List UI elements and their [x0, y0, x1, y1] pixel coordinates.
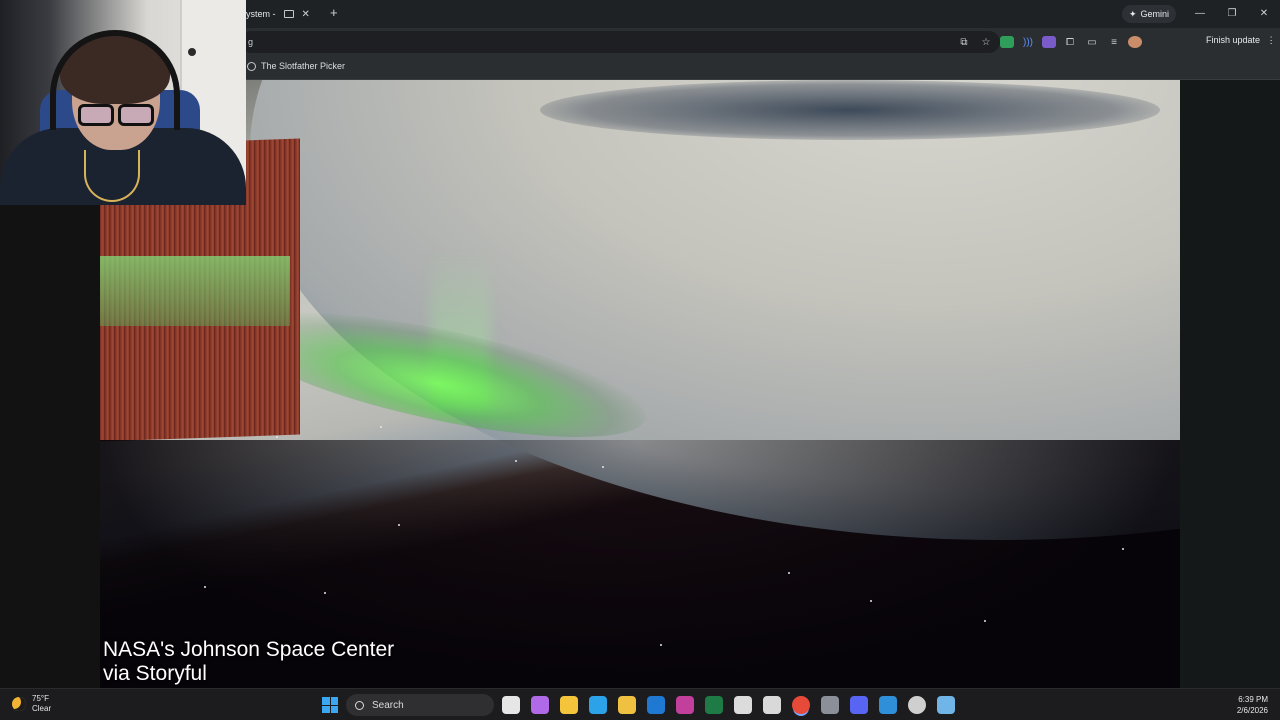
split-view-icon[interactable]: ▭: [1084, 34, 1100, 50]
tab-close-button[interactable]: ✕: [302, 9, 310, 20]
weather-text: 75°F Clear: [32, 694, 51, 714]
discord-icon[interactable]: [850, 696, 868, 714]
app-circle-icon[interactable]: [908, 696, 926, 714]
ccleaner-icon[interactable]: [763, 696, 781, 714]
weather-widget[interactable]: 75°F Clear: [12, 694, 51, 714]
star: [276, 436, 278, 438]
caption-line-1: NASA's Johnson Space Center: [103, 638, 395, 661]
star: [1122, 548, 1124, 550]
video-caption: NASA's Johnson Space Center via Storyful: [103, 638, 394, 686]
folder-icon[interactable]: [560, 696, 578, 714]
edge-icon[interactable]: [589, 696, 607, 714]
star: [398, 524, 400, 526]
settings-icon[interactable]: [821, 696, 839, 714]
webcam-overlay: [0, 0, 246, 205]
minimize-button[interactable]: —: [1184, 0, 1216, 28]
app-pink-icon[interactable]: [676, 696, 694, 714]
taskbar-search[interactable]: Search: [346, 694, 494, 716]
star: [515, 460, 517, 462]
bookmark-star-icon[interactable]: ☆: [978, 34, 994, 50]
toolbar-icons: ⧉ ☆ ))) ⧠ ▭ ≡: [956, 34, 1142, 50]
video-player[interactable]: NASA's Johnson Space Center via Storyful: [100, 80, 1180, 688]
clock-time: 6:39 PM: [1238, 695, 1268, 704]
finish-update-label: Finish update: [1206, 35, 1261, 45]
reading-list-icon[interactable]: ≡: [1106, 34, 1122, 50]
app-blue-icon[interactable]: [879, 696, 897, 714]
profile-avatar-icon[interactable]: [1128, 36, 1142, 48]
browser-tab[interactable]: System - ✕: [240, 4, 310, 24]
star: [870, 600, 872, 602]
extension-green-icon[interactable]: [1000, 36, 1014, 48]
star: [984, 620, 986, 622]
finish-update-button[interactable]: Finish update ⋮: [1206, 35, 1276, 46]
search-icon: [355, 700, 364, 710]
globe-icon: [247, 61, 256, 71]
extension-purple-icon[interactable]: [1042, 36, 1056, 48]
caption-line-2: via Storyful: [103, 662, 207, 685]
window-controls: — ❐ ✕: [1184, 0, 1280, 28]
clock-date: 2/6/2026: [1236, 706, 1268, 715]
copilot-icon[interactable]: [531, 696, 549, 714]
star: [204, 586, 206, 588]
store-icon[interactable]: [618, 696, 636, 714]
new-tab-button[interactable]: +: [330, 5, 338, 21]
moon-weather-icon: [12, 697, 26, 711]
star: [602, 466, 604, 468]
outlook-icon[interactable]: [647, 696, 665, 714]
door-knob: [188, 48, 196, 56]
weather-condition: Clear: [32, 704, 52, 713]
gemini-button[interactable]: ✦ Gemini: [1122, 5, 1177, 23]
windows-start-icon[interactable]: [322, 697, 338, 713]
extensions-puzzle-icon[interactable]: ⧠: [1062, 34, 1078, 50]
file-explorer-icon[interactable]: [502, 696, 520, 714]
star: [660, 644, 662, 646]
chrome-icon[interactable]: [792, 696, 810, 714]
taskbar-apps: [502, 696, 955, 714]
excel-icon[interactable]: [705, 696, 723, 714]
system-clock[interactable]: 6:39 PM 2/6/2026: [1237, 694, 1268, 716]
star: [324, 592, 326, 594]
star: [380, 426, 382, 428]
install-app-icon[interactable]: ⧉: [956, 34, 972, 50]
windows-taskbar: 75°F Clear Search 6:39 PM 2/6/2026: [0, 688, 1280, 720]
star: [788, 572, 790, 574]
close-window-button[interactable]: ✕: [1248, 0, 1280, 28]
gemini-label: Gemini: [1140, 9, 1170, 19]
address-bar[interactable]: g: [240, 31, 1000, 53]
bookmark-item[interactable]: The Slotfather Picker: [247, 61, 345, 71]
extension-audio-icon[interactable]: ))): [1020, 34, 1036, 50]
app-g-icon[interactable]: [734, 696, 752, 714]
bookmark-label: The Slotfather Picker: [261, 61, 346, 71]
gemini-icon: ✦: [1129, 8, 1137, 19]
page-background-strip: [1180, 80, 1280, 688]
search-label: Search: [372, 699, 404, 711]
menu-icon[interactable]: ⋮: [1267, 35, 1276, 45]
solar-panel-reflection: [100, 256, 290, 326]
tab-media-icon[interactable]: [283, 10, 294, 18]
steam-icon[interactable]: [937, 696, 955, 714]
cloud-band: [540, 80, 1160, 140]
glasses-image: [78, 104, 154, 126]
restore-button[interactable]: ❐: [1216, 0, 1248, 28]
weather-temperature: 75°F: [32, 694, 49, 703]
